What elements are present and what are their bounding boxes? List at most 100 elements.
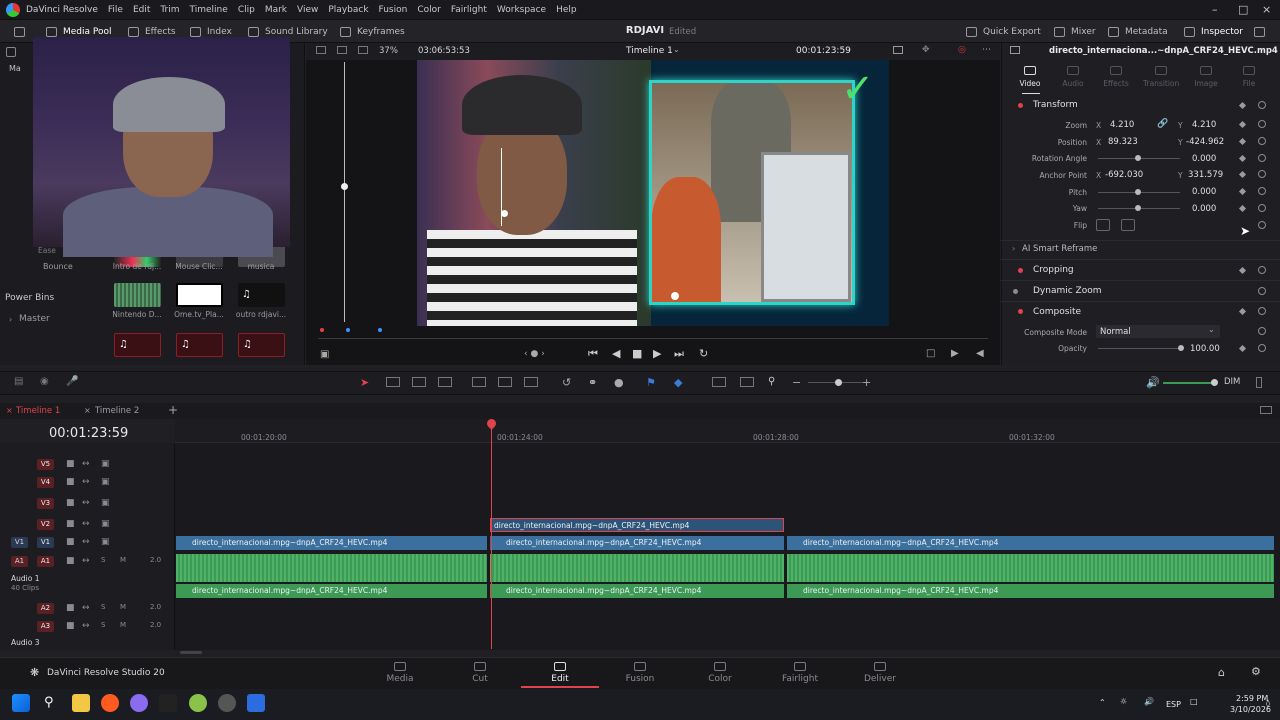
tab-transition[interactable]: Transition <box>1143 66 1179 88</box>
playhead[interactable] <box>491 421 492 649</box>
video-enable-icon[interactable]: ▣ <box>101 537 110 547</box>
menu-trim[interactable]: Trim <box>160 5 179 15</box>
music-note-icon[interactable]: ♫ <box>114 333 161 357</box>
flag-icon[interactable]: ⚑ <box>646 376 656 389</box>
reset-icon[interactable] <box>1258 287 1266 295</box>
next-edit-icon[interactable]: ▶ <box>951 348 959 359</box>
windows-start-icon[interactable] <box>12 694 30 712</box>
solo-button[interactable]: S <box>101 621 105 629</box>
panel-toggle-icon[interactable] <box>6 47 16 57</box>
blade-tool-icon[interactable] <box>438 377 452 387</box>
overwrite-clip-icon[interactable] <box>498 377 512 387</box>
network-icon[interactable]: ☼ <box>1120 697 1127 706</box>
dynamic-trim-icon[interactable] <box>412 377 426 387</box>
auto-select-icon[interactable]: ↔ <box>82 519 90 529</box>
insert-clip-icon[interactable] <box>472 377 486 387</box>
rotation-field[interactable]: 0.000 <box>1192 154 1216 164</box>
music-note-icon[interactable]: ♫ <box>176 333 223 357</box>
viewer-layout-icon[interactable] <box>316 46 326 54</box>
reset-icon[interactable] <box>1258 154 1266 162</box>
display-icon[interactable] <box>893 46 903 54</box>
timeline-clip-v2[interactable]: directo_internacional.mpg~dnpA_CRF24_HEV… <box>490 518 784 532</box>
reset-icon[interactable] <box>1258 170 1266 178</box>
lock-icon[interactable]: ■ <box>66 603 75 613</box>
zoom-custom-icon[interactable]: ⚲ <box>768 376 775 387</box>
reset-icon[interactable] <box>1258 266 1266 274</box>
track-a2[interactable]: A2 <box>37 603 54 614</box>
match-frame-icon[interactable]: □ <box>926 348 935 359</box>
page-fusion[interactable]: Fusion <box>610 660 670 684</box>
timeline-clip-v1[interactable]: directo_internacional.mpg~dnpA_CRF24_HEV… <box>490 536 784 550</box>
record-icon[interactable]: ◎ <box>958 45 966 55</box>
lock-icon[interactable]: ■ <box>66 498 75 508</box>
anchor-x-field[interactable]: -692.030 <box>1105 170 1143 180</box>
jog-icon[interactable]: ‹ ● › <box>524 349 545 359</box>
page-fairlight[interactable]: Fairlight <box>770 660 830 684</box>
close-icon[interactable]: × <box>84 406 91 415</box>
lock-icon[interactable]: ■ <box>66 459 75 469</box>
dim-button[interactable]: DIM <box>1224 377 1240 387</box>
home-icon[interactable]: ⌂ <box>1218 666 1225 679</box>
auto-select-icon[interactable]: ↔ <box>82 477 90 487</box>
auto-select-icon[interactable]: ↔ <box>82 621 90 631</box>
chevron-right-icon[interactable]: › <box>9 315 12 324</box>
audio-waveform[interactable] <box>176 554 487 582</box>
opacity-slider-knob[interactable] <box>1178 345 1184 351</box>
reset-icon[interactable] <box>1258 204 1266 212</box>
viewer-timeline-name[interactable]: Timeline 1 <box>626 46 673 56</box>
auto-select-icon[interactable]: ↔ <box>82 459 90 469</box>
preset-bounce[interactable]: Bounce <box>43 262 73 271</box>
zoom-detail-icon[interactable] <box>740 377 754 387</box>
preset-ease[interactable]: Ease <box>38 246 56 255</box>
menu-edit[interactable]: Edit <box>133 5 150 15</box>
transform-handle[interactable] <box>341 183 348 190</box>
transform-enable-toggle[interactable] <box>1018 103 1023 108</box>
reset-icon[interactable] <box>1258 137 1266 145</box>
tab-timeline-1[interactable]: Timeline 1 <box>16 406 60 416</box>
link-icon[interactable]: 🔗 <box>1157 119 1168 129</box>
obs-icon[interactable] <box>218 694 236 712</box>
menu-clip[interactable]: Clip <box>238 5 255 15</box>
cropping-header[interactable]: Cropping <box>1033 265 1074 275</box>
go-to-end-icon[interactable]: ⏭ <box>674 347 684 361</box>
lock-icon[interactable]: ● <box>614 376 624 389</box>
tab-file[interactable]: File <box>1231 66 1267 88</box>
trim-tool-icon[interactable] <box>386 377 400 387</box>
media-thumb-ometv[interactable] <box>176 283 223 307</box>
flip-horizontal-icon[interactable] <box>1096 219 1110 231</box>
yaw-slider-knob[interactable] <box>1135 205 1141 211</box>
volume-slider[interactable] <box>1163 382 1215 384</box>
viewer-mode-icon[interactable] <box>337 46 347 54</box>
composite-header[interactable]: Composite <box>1033 307 1081 317</box>
page-edit[interactable]: Edit <box>530 660 590 684</box>
file-explorer-icon[interactable] <box>72 694 90 712</box>
dynamic-zoom-header[interactable]: Dynamic Zoom <box>1033 286 1102 296</box>
composite-mode-select[interactable]: Normal <box>1096 325 1220 338</box>
tab-video[interactable]: Video <box>1012 66 1048 88</box>
go-to-start-icon[interactable]: ⏮ <box>588 347 598 361</box>
auto-select-icon[interactable]: ↔ <box>82 556 90 566</box>
zoom-out-icon[interactable]: − <box>792 376 801 389</box>
lock-icon[interactable]: ■ <box>66 621 75 631</box>
reset-icon[interactable] <box>1258 120 1266 128</box>
opacity-field[interactable]: 100.00 <box>1190 344 1220 354</box>
menu-view[interactable]: View <box>297 5 318 15</box>
snapping-icon[interactable]: ◉ <box>40 376 49 387</box>
viewer-single-icon[interactable] <box>358 46 368 54</box>
track-v5[interactable]: V5 <box>37 459 54 470</box>
timeline-view-icon[interactable] <box>1260 406 1272 414</box>
xbox-icon[interactable] <box>189 694 207 712</box>
flip-vertical-icon[interactable] <box>1121 219 1135 231</box>
inspector-layout-icon[interactable] <box>1010 46 1020 54</box>
video-enable-icon[interactable]: ▣ <box>101 459 110 469</box>
video-enable-icon[interactable]: ▣ <box>101 498 110 508</box>
mute-button[interactable]: M <box>120 556 126 564</box>
language-indicator[interactable]: ESP <box>1166 700 1181 709</box>
expand-icon[interactable] <box>1250 24 1275 40</box>
inspector-button[interactable]: Inspector <box>1180 24 1247 40</box>
viewer-zoom[interactable]: 37% <box>379 46 398 56</box>
timeline-clip-a1[interactable]: directo_internacional.mpg~dnpA_CRF24_HEV… <box>490 584 784 598</box>
settings-gear-icon[interactable]: ⚙ <box>1251 665 1261 678</box>
position-x-field[interactable]: 89.323 <box>1108 137 1138 147</box>
timeline-clip-v1[interactable]: directo_internacional.mpg~dnpA_CRF24_HEV… <box>787 536 1274 550</box>
